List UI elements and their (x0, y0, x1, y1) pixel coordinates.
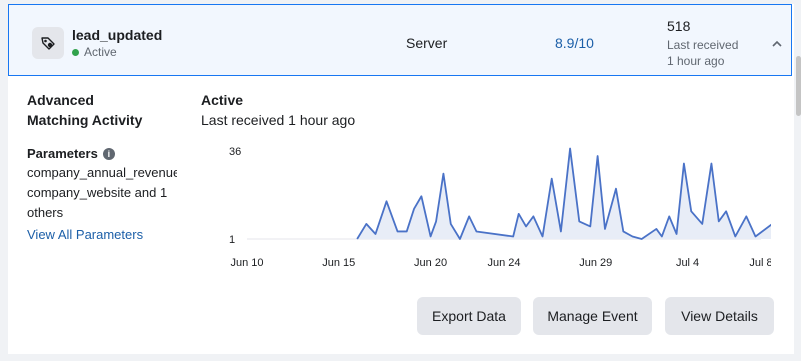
parameters-heading: Parameters i (27, 146, 177, 161)
view-details-button[interactable]: View Details (665, 297, 774, 335)
activity-status: Active (201, 92, 244, 108)
status-dot-icon (72, 48, 79, 56)
parameters-list: company_annual_revenue company_website a… (27, 163, 177, 223)
last-received-time: 1 hour ago (667, 54, 725, 68)
chevron-up-icon[interactable] (772, 37, 782, 51)
activity-chart: 36 1 Jun 10 Jun 15 Jun 20 Jun 24 Jun 29 Jul 4 Ju… (229, 146, 771, 269)
scrollbar-thumb[interactable] (796, 56, 801, 116)
advanced-matching-panel: Advanced Matching Activity Parameters i … (27, 90, 177, 242)
info-icon[interactable]: i (102, 147, 115, 160)
x-tick-label: Jul 8 (749, 257, 771, 269)
x-tick-label: Jun 15 (322, 257, 355, 269)
x-tick-label: Jun 29 (579, 257, 612, 269)
integration-type: Server (406, 35, 448, 51)
parameters-line: others (27, 205, 64, 220)
x-tick-label: Jul 4 (676, 257, 699, 269)
parameters-line: company_annual_revenue (27, 165, 177, 180)
last-received-label: Last received (667, 38, 739, 52)
activity-last-received: Last received 1 hour ago (201, 112, 356, 128)
event-header-row[interactable]: lead_updated Active Server 8.9/10 518 La… (8, 4, 792, 76)
x-tick-label: Jun 20 (414, 257, 447, 269)
y-tick-label: 36 (229, 146, 241, 158)
manage-event-button[interactable]: Manage Event (533, 297, 652, 335)
event-count: 518 (667, 18, 691, 34)
advanced-matching-title: Advanced Matching Activity (27, 92, 143, 128)
x-tick-label: Jun 24 (487, 257, 520, 269)
parameters-line: company_website and 1 (27, 185, 168, 200)
tag-icon (32, 27, 64, 59)
series-area-fill (357, 148, 771, 239)
status-text: Active (84, 45, 117, 59)
y-tick-label: 1 (229, 234, 235, 246)
parameters-title: Parameters (27, 146, 98, 161)
event-name: lead_updated (72, 27, 163, 43)
event-match-score[interactable]: 8.9/10 (555, 35, 594, 51)
export-data-button[interactable]: Export Data (417, 297, 521, 335)
x-tick-label: Jun 10 (230, 257, 263, 269)
view-all-parameters-link[interactable]: View All Parameters (27, 227, 177, 242)
event-card: lead_updated Active Server 8.9/10 518 La… (8, 4, 794, 354)
status-badge: Active (72, 45, 117, 59)
activity-summary: Active Last received 1 hour ago (201, 90, 355, 130)
last-received: Last received 1 hour ago (667, 37, 757, 69)
